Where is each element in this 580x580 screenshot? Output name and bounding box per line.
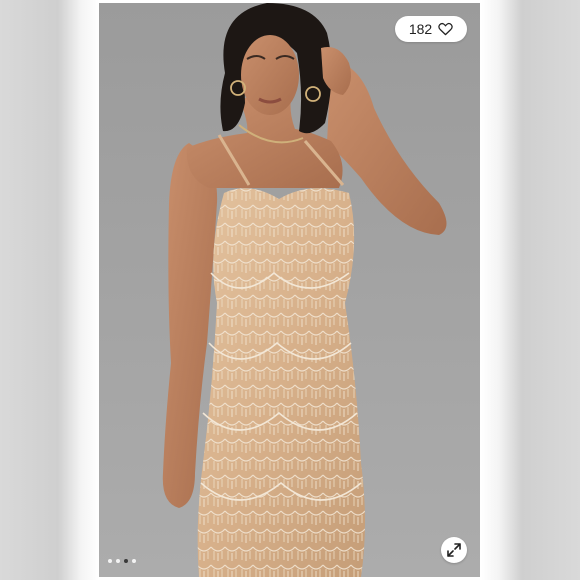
carousel-dot[interactable] [116,559,120,563]
carousel-dot-active[interactable] [124,559,128,563]
expand-image-button[interactable] [441,537,467,563]
carousel-dot[interactable] [108,559,112,563]
carousel-indicators [108,559,136,563]
carousel-dot[interactable] [132,559,136,563]
product-photo[interactable] [99,3,480,577]
heart-icon [438,22,453,36]
model-in-beaded-dress-illustration [162,3,447,577]
like-button[interactable]: 182 [395,16,467,42]
expand-arrows-icon [447,543,461,557]
like-count: 182 [408,21,433,37]
image-viewer: 182 [0,0,580,580]
